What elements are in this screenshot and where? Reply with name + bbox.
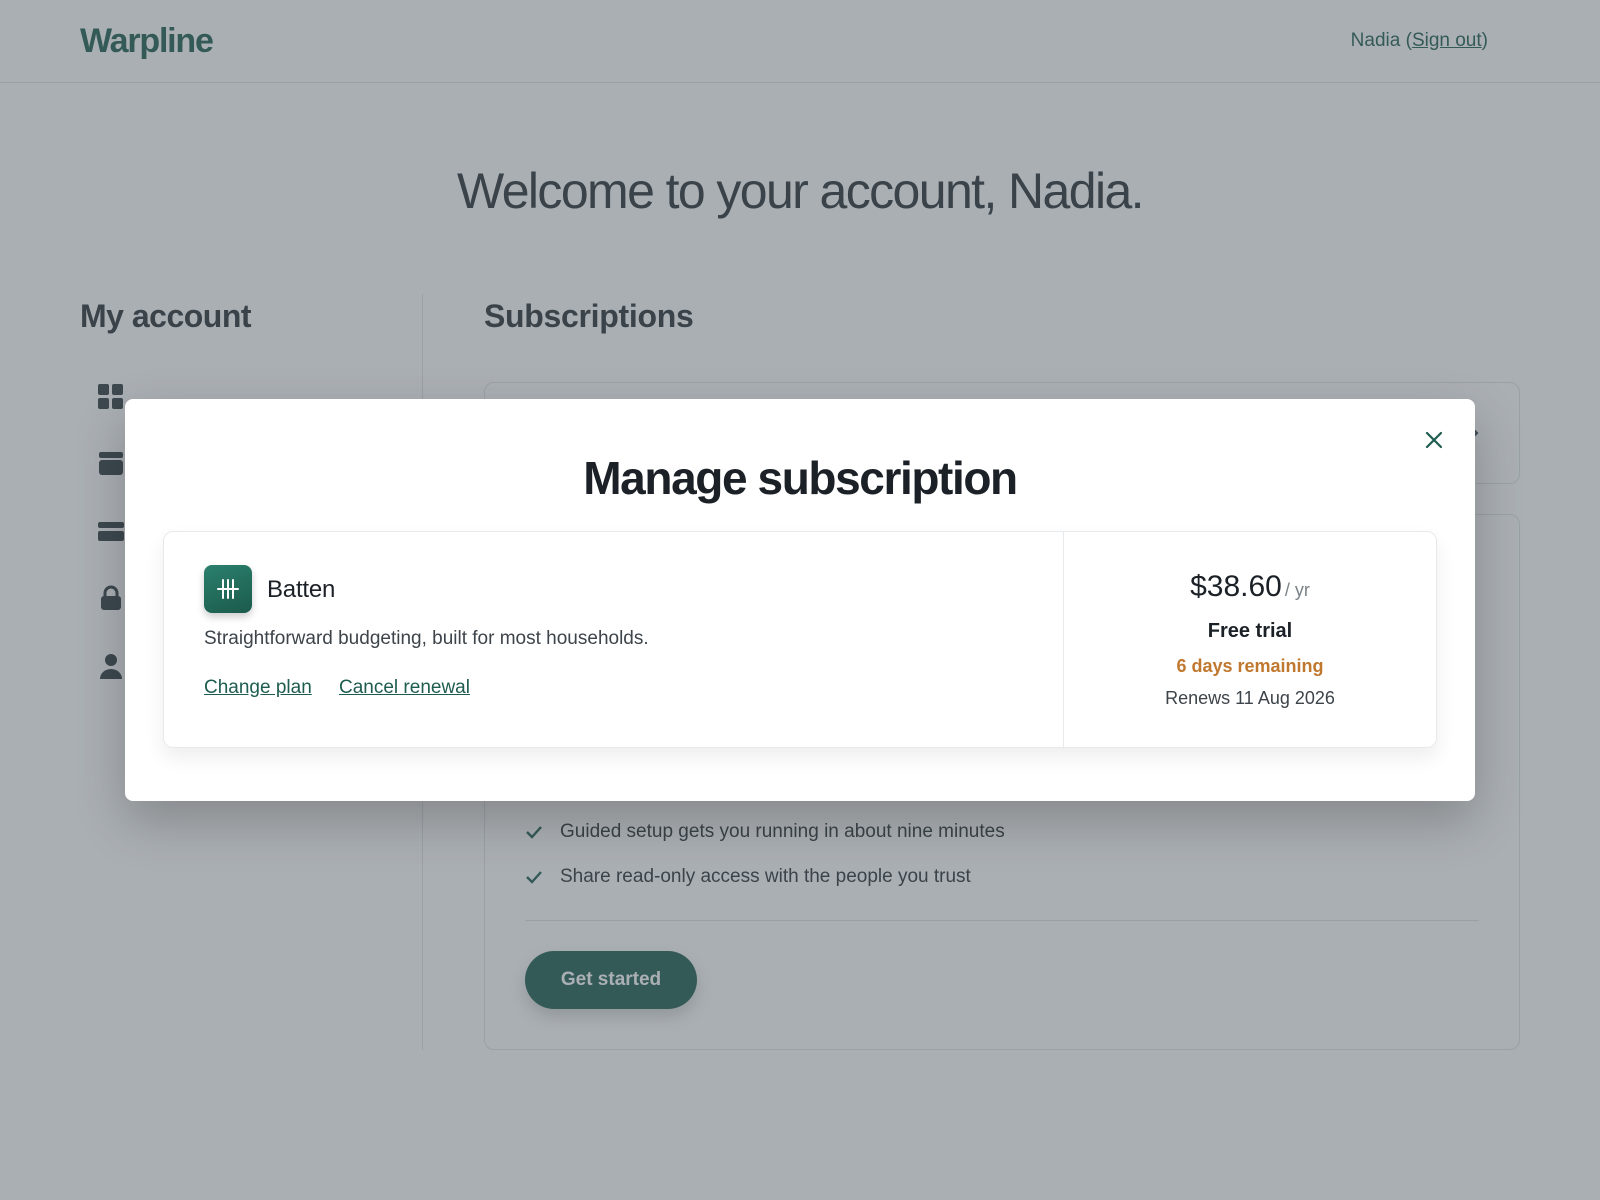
- plan-description: Straightforward budgeting, built for mos…: [204, 628, 649, 649]
- price-period: / yr: [1284, 580, 1310, 600]
- trial-remaining: 6 days remaining: [1176, 656, 1324, 676]
- cancel-renewal-link[interactable]: Cancel renewal: [339, 677, 470, 699]
- plan-name: Batten: [267, 576, 336, 603]
- plan-status: Free trial: [1207, 620, 1293, 642]
- price-line: $38.60/ yr: [1064, 570, 1436, 604]
- change-plan-link[interactable]: Change plan: [204, 677, 312, 699]
- plan-card: Batten Straightforward budgeting, built …: [163, 531, 1437, 748]
- pricing-panel: $38.60/ yr Free trial 6 days remaining R…: [1064, 532, 1436, 747]
- modal-title: Manage subscription: [583, 452, 1018, 504]
- batten-logo: [204, 565, 252, 613]
- renewal-date: Renews 11 Aug 2026: [1165, 688, 1335, 708]
- manage-subscription-modal: Manage subscription Batten Straightforwa…: [125, 399, 1475, 801]
- price-amount: $38.60: [1190, 570, 1282, 603]
- batten-mark-icon: [217, 579, 239, 599]
- close-icon[interactable]: [1423, 429, 1445, 451]
